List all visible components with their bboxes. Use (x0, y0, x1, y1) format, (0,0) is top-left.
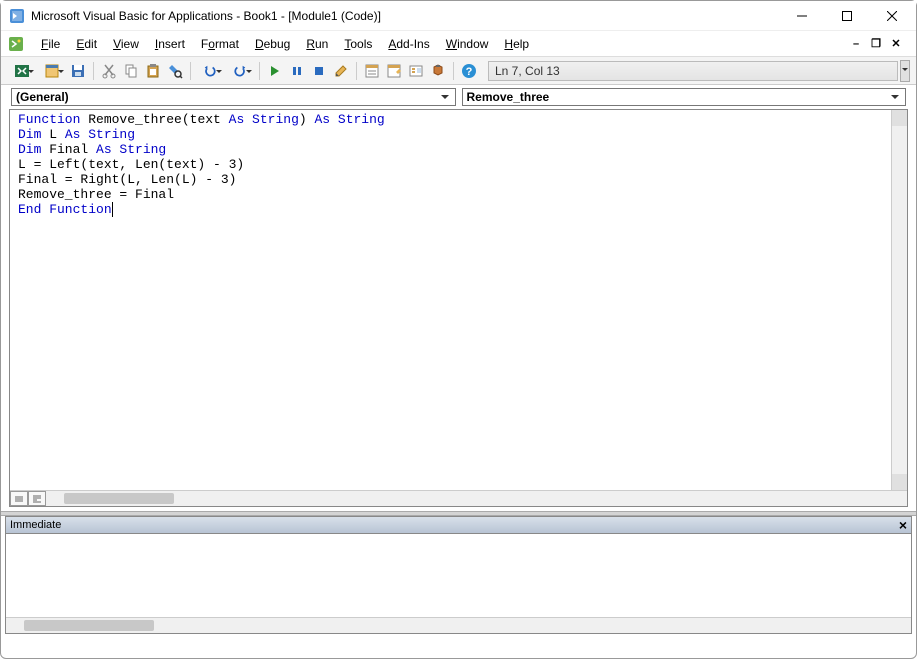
menu-format[interactable]: Format (193, 34, 247, 54)
find-button[interactable] (164, 60, 186, 82)
object-dropdown[interactable]: (General) (11, 88, 456, 106)
svg-text:?: ? (466, 66, 473, 78)
break-button[interactable] (286, 60, 308, 82)
reset-button[interactable] (308, 60, 330, 82)
title-bar: Microsoft Visual Basic for Applications … (1, 1, 916, 31)
procedure-dropdown[interactable]: Remove_three (462, 88, 907, 106)
mdi-minimize-button[interactable]: – (848, 37, 864, 51)
cut-button[interactable] (98, 60, 120, 82)
immediate-close-button[interactable]: × (899, 517, 907, 533)
maximize-button[interactable] (824, 2, 869, 30)
paste-button[interactable] (142, 60, 164, 82)
save-button[interactable] (67, 60, 89, 82)
procedure-dropdown-value: Remove_three (467, 90, 550, 104)
full-module-view-button[interactable] (28, 491, 46, 506)
run-button[interactable] (264, 60, 286, 82)
app-icon (9, 8, 25, 24)
menu-insert[interactable]: Insert (147, 34, 193, 54)
menu-view[interactable]: View (105, 34, 147, 54)
minimize-button[interactable] (779, 2, 824, 30)
toolbar-overflow-button[interactable] (900, 60, 910, 82)
immediate-window-title: Immediate (10, 519, 61, 531)
code-editor[interactable]: Function Remove_three(text As String) As… (10, 110, 891, 490)
menu-tools[interactable]: Tools (336, 34, 380, 54)
menu-window[interactable]: Window (438, 34, 497, 54)
close-button[interactable] (869, 2, 914, 30)
object-browser-button[interactable] (405, 60, 427, 82)
copy-button[interactable] (120, 60, 142, 82)
immediate-text-area[interactable] (6, 534, 911, 617)
design-mode-button[interactable] (330, 60, 352, 82)
object-dropdown-value: (General) (16, 90, 69, 104)
horizontal-scrollbar[interactable] (46, 491, 907, 506)
mdi-restore-button[interactable]: ❐ (868, 37, 884, 51)
code-navigation-bar: (General) Remove_three (1, 85, 916, 109)
code-window: Function Remove_three(text As String) As… (9, 109, 908, 507)
immediate-window-header[interactable]: Immediate × (5, 516, 912, 534)
mdi-controls: – ❐ ✕ (848, 37, 910, 51)
properties-button[interactable] (383, 60, 405, 82)
immediate-horizontal-scrollbar[interactable] (6, 617, 911, 633)
window-controls (779, 2, 914, 30)
project-explorer-button[interactable] (361, 60, 383, 82)
view-excel-button[interactable] (7, 60, 37, 82)
procedure-view-button[interactable] (10, 491, 28, 506)
immediate-window (5, 534, 912, 634)
menu-bar: File Edit View Insert Format Debug Run T… (1, 31, 916, 57)
undo-button[interactable] (195, 60, 225, 82)
vba-icon (7, 35, 25, 53)
window-title: Microsoft Visual Basic for Applications … (31, 9, 779, 23)
vertical-scrollbar[interactable] (891, 110, 907, 490)
insert-userform-button[interactable] (37, 60, 67, 82)
menu-addins[interactable]: Add-Ins (380, 34, 437, 54)
menu-help[interactable]: Help (496, 34, 537, 54)
toolbar: ? Ln 7, Col 13 (1, 57, 916, 85)
toolbox-button[interactable] (427, 60, 449, 82)
menu-edit[interactable]: Edit (68, 34, 105, 54)
redo-button[interactable] (225, 60, 255, 82)
cursor-position: Ln 7, Col 13 (488, 61, 898, 81)
menu-file[interactable]: File (33, 34, 68, 54)
help-button[interactable]: ? (458, 60, 480, 82)
menu-run[interactable]: Run (298, 34, 336, 54)
mdi-close-button[interactable]: ✕ (888, 37, 904, 51)
menu-debug[interactable]: Debug (247, 34, 298, 54)
